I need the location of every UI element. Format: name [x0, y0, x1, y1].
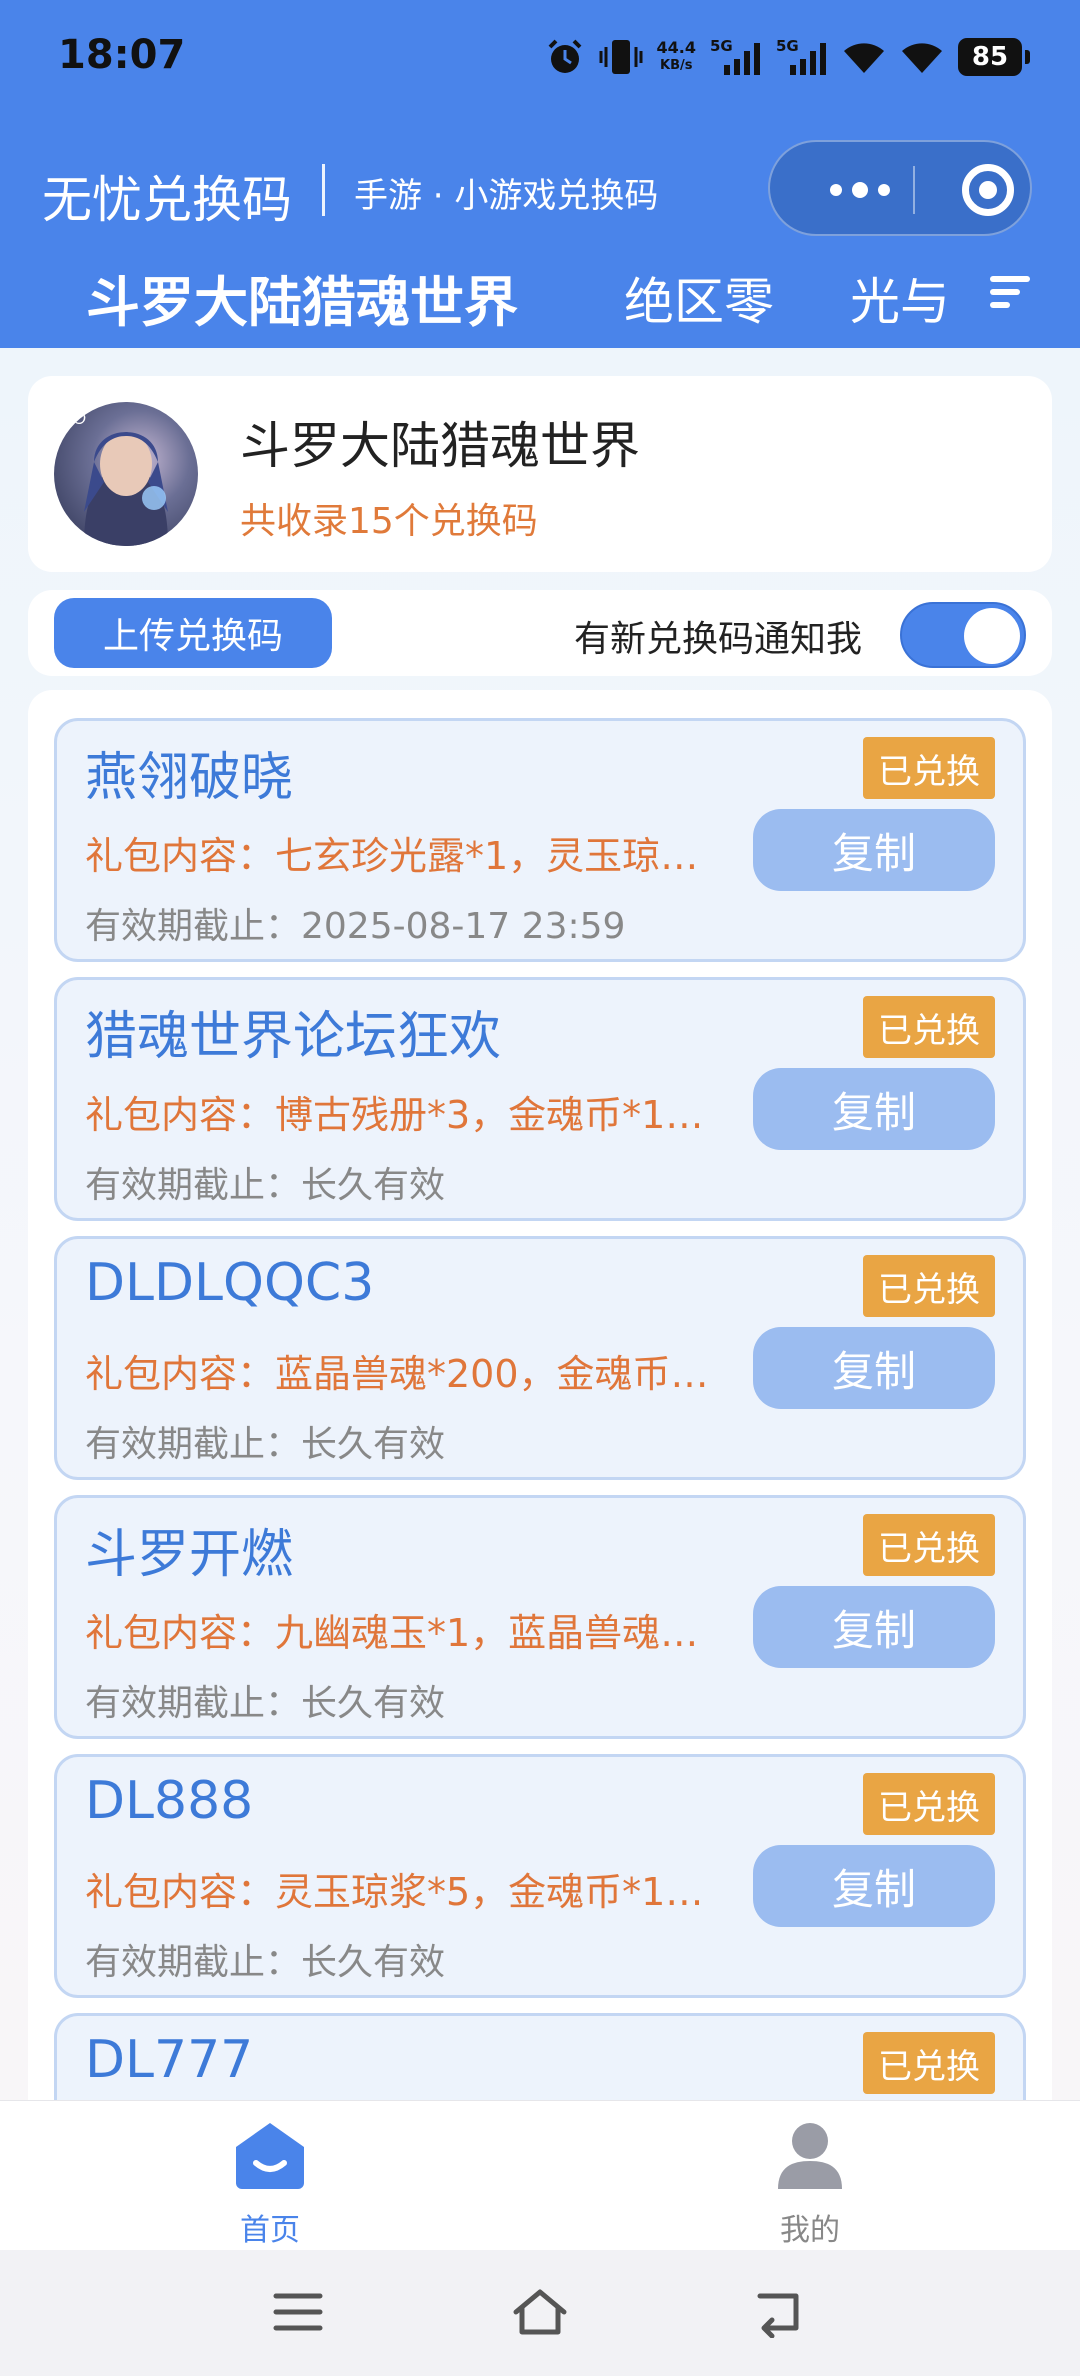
menu-icon[interactable] [272, 2286, 324, 2338]
action-bar: 上传兑换码 有新兑换码通知我 [28, 590, 1052, 676]
redeemed-badge: 已兑换 [863, 2032, 995, 2094]
signal-icon: 5G [710, 37, 762, 77]
copy-button[interactable]: 复制 [753, 1845, 995, 1927]
copy-button[interactable]: 复制 [753, 1068, 995, 1150]
redeemed-badge: 已兑换 [863, 1255, 995, 1317]
home-icon [236, 2123, 304, 2189]
code-text: 斗罗开燃 [85, 1525, 294, 1585]
gift-content: 礼包内容：蓝晶兽魂*200，金魂币*10000 [85, 1352, 711, 1396]
alarm-icon [548, 39, 581, 73]
copy-button[interactable]: 复制 [753, 809, 995, 891]
expiry-date: 有效期截止：2025-08-17 23:59 [85, 906, 626, 947]
app-subtitle: 手游 · 小游戏兑换码 [354, 176, 659, 216]
code-text: 猎魂世界论坛狂欢 [85, 1007, 502, 1067]
back-icon[interactable] [752, 2286, 808, 2338]
notify-label: 有新兑换码通知我 [574, 619, 863, 660]
title-divider [322, 164, 325, 216]
tab-game-clipped[interactable]: 光与夜 [850, 262, 950, 334]
notify-toggle[interactable] [900, 602, 1026, 668]
wifi-icon [844, 43, 884, 73]
status-bar: 18:07 44.4 KB/s 5G 5G 85 [0, 0, 1080, 120]
dot-icon [830, 184, 842, 196]
dot-icon [852, 182, 868, 198]
expiry-date: 有效期截止：长久有效 [85, 1683, 446, 1724]
system-nav-bar [0, 2250, 1080, 2376]
game-avatar: MO [54, 402, 198, 546]
vibrate-icon [599, 40, 643, 74]
expiry-date: 有效期截止：长久有效 [85, 1165, 446, 1206]
bottom-nav: 首页 我的 [0, 2100, 1080, 2250]
toggle-knob [964, 608, 1020, 664]
user-icon [778, 2123, 842, 2189]
svg-text:MO: MO [60, 411, 86, 428]
expiry-date: 有效期截止：长久有效 [85, 1942, 446, 1983]
sort-menu-icon[interactable] [990, 276, 1030, 310]
code-card: 燕翎破晓 已兑换 礼包内容：七玄珍光露*1，灵玉琼浆*5 有效期截止：2025-… [54, 718, 1026, 962]
gift-content: 礼包内容：博古残册*3，金魂币*10000 [85, 1093, 711, 1137]
code-text: DL888 [85, 1771, 254, 1831]
nav-home[interactable]: 首页 [190, 2119, 350, 2248]
redeemed-badge: 已兑换 [863, 996, 995, 1058]
code-card: DLDLQQC3 已兑换 礼包内容：蓝晶兽魂*200，金魂币*10000 有效期… [54, 1236, 1026, 1480]
code-count: 共收录15个兑换码 [240, 501, 538, 542]
nav-mine-label: 我的 [780, 2213, 840, 2248]
code-card: 斗罗开燃 已兑换 礼包内容：九幽魂玉*1，蓝晶兽魂*100 有效期截止：长久有效… [54, 1495, 1026, 1739]
expiry-date: 有效期截止：长久有效 [85, 1424, 446, 1465]
redeemed-badge: 已兑换 [863, 1773, 995, 1835]
code-card: 猎魂世界论坛狂欢 已兑换 礼包内容：博古残册*3，金魂币*10000 有效期截止… [54, 977, 1026, 1221]
wifi-icon [902, 43, 942, 73]
redeemed-badge: 已兑换 [863, 737, 995, 799]
top-header: 18:07 44.4 KB/s 5G 5G 85 无忧兑换码 手游 · 小游戏兑… [0, 0, 1080, 348]
tab-game-active[interactable]: 斗罗大陆猎魂世界 [86, 258, 518, 337]
more-options-button[interactable] [810, 170, 910, 210]
code-list: 燕翎破晓 已兑换 礼包内容：七玄珍光露*1，灵玉琼浆*5 有效期截止：2025-… [28, 690, 1052, 2100]
code-card: DL777 已兑换 复制 [54, 2013, 1026, 2100]
status-icons: 44.4 KB/s 5G 5G 85 [545, 32, 1030, 82]
gift-content: 礼包内容：九幽魂玉*1，蓝晶兽魂*100 [85, 1611, 711, 1655]
code-text: DL777 [85, 2030, 254, 2090]
copy-button[interactable]: 复制 [753, 1327, 995, 1409]
code-card: DL888 已兑换 礼包内容：灵玉琼浆*5，金魂币*10000 有效期截止：长久… [54, 1754, 1026, 1998]
redeemed-badge: 已兑换 [863, 1514, 995, 1576]
battery-icon: 85 [958, 38, 1030, 76]
dot-icon [878, 184, 890, 196]
nav-mine[interactable]: 我的 [730, 2119, 890, 2248]
game-tabs: 斗罗大陆猎魂世界 绝区零 光与夜 [0, 250, 1080, 344]
miniapp-capsule [768, 140, 1032, 236]
tab-game[interactable]: 绝区零 [624, 262, 774, 334]
net-speed: 44.4 KB/s [656, 38, 696, 74]
nav-home-label: 首页 [240, 2213, 300, 2248]
code-text: 燕翎破晓 [85, 748, 294, 808]
gift-content: 礼包内容：七玄珍光露*1，灵玉琼浆*5 [85, 834, 711, 878]
gift-content: 礼包内容：灵玉琼浆*5，金魂币*10000 [85, 1870, 711, 1914]
status-time: 18:07 [58, 32, 186, 78]
upload-code-button[interactable]: 上传兑换码 [54, 598, 332, 668]
app-title: 无忧兑换码 [42, 171, 292, 229]
signal-icon: 5G [776, 37, 828, 77]
copy-button[interactable]: 复制 [753, 1586, 995, 1668]
code-text: DLDLQQC3 [85, 1253, 375, 1313]
game-name: 斗罗大陆猎魂世界 [240, 417, 640, 475]
capsule-divider [913, 166, 915, 214]
home-nav-icon[interactable] [510, 2286, 570, 2338]
game-info-card: MO 斗罗大陆猎魂世界 共收录15个兑换码 [28, 376, 1052, 572]
close-miniapp-button[interactable] [962, 164, 1014, 216]
